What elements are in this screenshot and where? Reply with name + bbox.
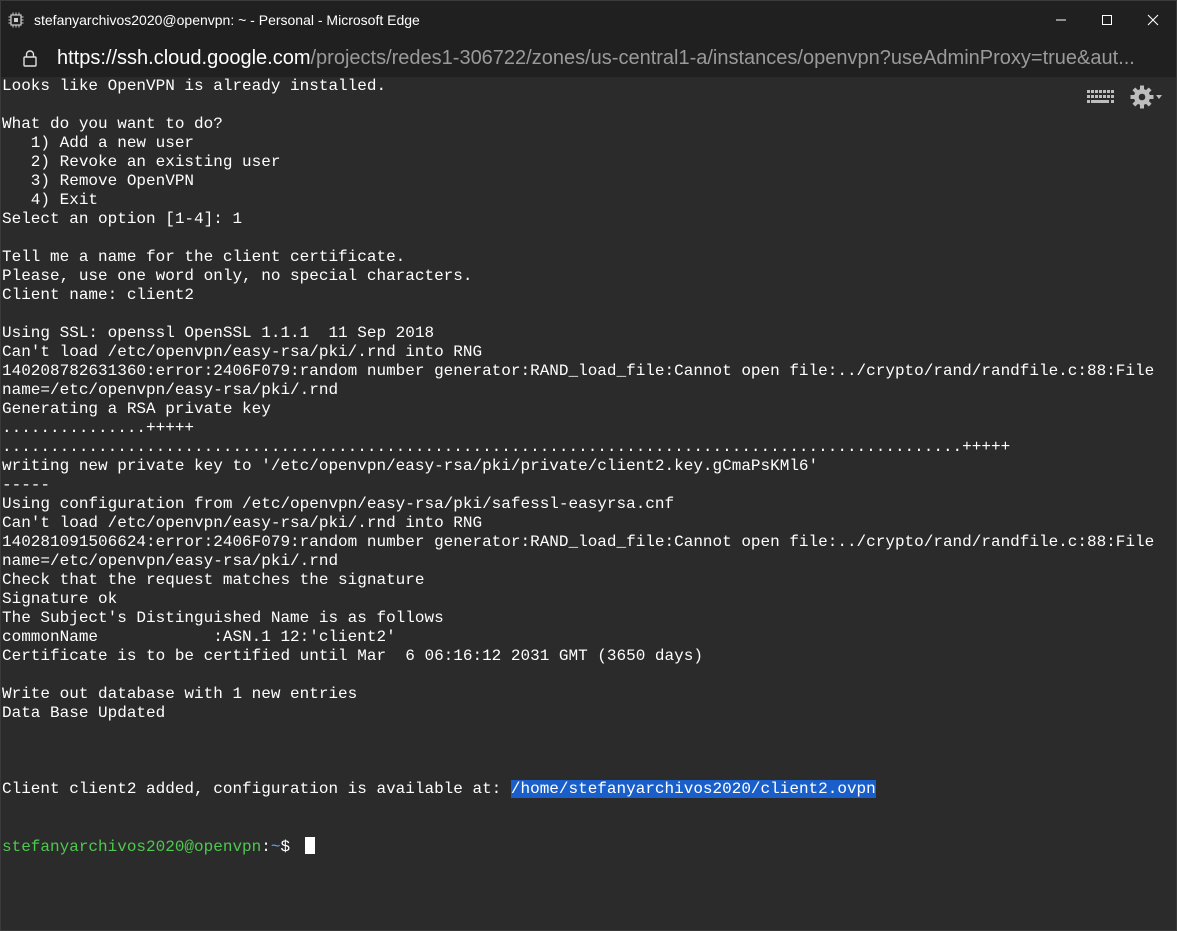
terminal-line: Can't load /etc/openvpn/easy-rsa/pki/.rn… — [2, 343, 483, 361]
terminal-line: writing new private key to '/etc/openvpn… — [2, 457, 819, 475]
result-text: Client client2 added, configuration is a… — [2, 780, 511, 798]
url-text[interactable]: https://ssh.cloud.google.com/projects/re… — [57, 47, 1176, 70]
prompt-user: stefanyarchivos2020@openvpn — [2, 838, 262, 856]
maximize-icon — [1102, 15, 1112, 25]
terminal-line: ...............+++++ — [2, 419, 195, 437]
terminal-line: The Subject's Distinguished Name is as f… — [2, 609, 444, 627]
keyboard-button[interactable] — [1086, 88, 1114, 106]
window-controls — [1038, 1, 1176, 39]
terminal-line: Generating a RSA private key — [2, 400, 271, 418]
terminal-area[interactable]: Looks like OpenVPN is already installed.… — [1, 77, 1176, 930]
chip-app-icon — [8, 12, 24, 28]
terminal-line: 4) Exit — [2, 191, 99, 209]
terminal-line: Data Base Updated — [2, 704, 166, 722]
minimize-icon — [1056, 19, 1066, 21]
terminal-line: Tell me a name for the client certificat… — [2, 248, 406, 266]
lock-icon[interactable] — [22, 49, 38, 67]
address-bar[interactable]: https://ssh.cloud.google.com/projects/re… — [1, 39, 1176, 78]
terminal-output: Looks like OpenVPN is already installed.… — [1, 77, 1176, 742]
terminal-line: Certificate is to be certified until Mar… — [2, 647, 703, 665]
terminal-line: ----- — [2, 476, 51, 494]
browser-window: stefanyarchivos2020@openvpn: ~ - Persona… — [0, 0, 1177, 931]
maximize-button[interactable] — [1084, 1, 1130, 39]
keyboard-icon — [1087, 90, 1114, 103]
terminal-line: 3) Remove OpenVPN — [2, 172, 195, 190]
terminal-line: 140281091506624:error:2406F079:random nu… — [2, 533, 1155, 551]
terminal-line: 140208782631360:error:2406F079:random nu… — [2, 362, 1155, 380]
terminal-prompt-line[interactable]: stefanyarchivos2020@openvpn:~$ — [2, 837, 1176, 856]
gear-icon — [1130, 85, 1162, 109]
terminal-toolbar — [1086, 85, 1164, 109]
terminal-line: name=/etc/openvpn/easy-rsa/pki/.rnd — [2, 381, 339, 399]
terminal-line: Using SSL: openssl OpenSSL 1.1.1 11 Sep … — [2, 324, 435, 342]
terminal-line: Using configuration from /etc/openvpn/ea… — [2, 495, 675, 513]
prompt-separator: : — [261, 838, 271, 856]
terminal-line: ........................................… — [2, 438, 1011, 456]
window-title: stefanyarchivos2020@openvpn: ~ - Persona… — [34, 12, 420, 28]
terminal-line: What do you want to do? — [2, 115, 223, 133]
title-bar: stefanyarchivos2020@openvpn: ~ - Persona… — [1, 1, 1176, 39]
terminal-line: Write out database with 1 new entries — [2, 685, 358, 703]
terminal-line: commonName :ASN.1 12:'client2' — [2, 628, 396, 646]
url-host: https://ssh.cloud.google.com — [57, 46, 311, 69]
terminal-line: Check that the request matches the signa… — [2, 571, 425, 589]
terminal-line-result: Client client2 added, configuration is a… — [2, 780, 1176, 799]
terminal-line: Looks like OpenVPN is already installed. — [2, 77, 387, 95]
terminal-cursor — [304, 837, 315, 854]
terminal-line: Signature ok — [2, 590, 118, 608]
selected-path-text[interactable]: /home/stefanyarchivos2020/client2.ovpn — [510, 780, 876, 798]
terminal-line: 1) Add a new user — [2, 134, 195, 152]
minimize-button[interactable] — [1038, 1, 1084, 39]
terminal-line: Select an option [1-4]: 1 — [2, 210, 243, 228]
terminal-line: 2) Revoke an existing user — [2, 153, 281, 171]
url-path: /projects/redes1-306722/zones/us-central… — [310, 46, 1135, 69]
terminal-tail: Client client2 added, configuration is a… — [1, 742, 1176, 894]
settings-button[interactable] — [1130, 85, 1164, 109]
terminal-line: Can't load /etc/openvpn/easy-rsa/pki/.rn… — [2, 514, 483, 532]
close-icon — [1147, 14, 1159, 26]
prompt-symbol: $ — [280, 838, 300, 856]
close-button[interactable] — [1130, 1, 1176, 39]
terminal-line: name=/etc/openvpn/easy-rsa/pki/.rnd — [2, 552, 339, 570]
chevron-down-icon — [1156, 95, 1162, 99]
terminal-line: Please, use one word only, no special ch… — [2, 267, 473, 285]
terminal-line: Client name: client2 — [2, 286, 195, 304]
